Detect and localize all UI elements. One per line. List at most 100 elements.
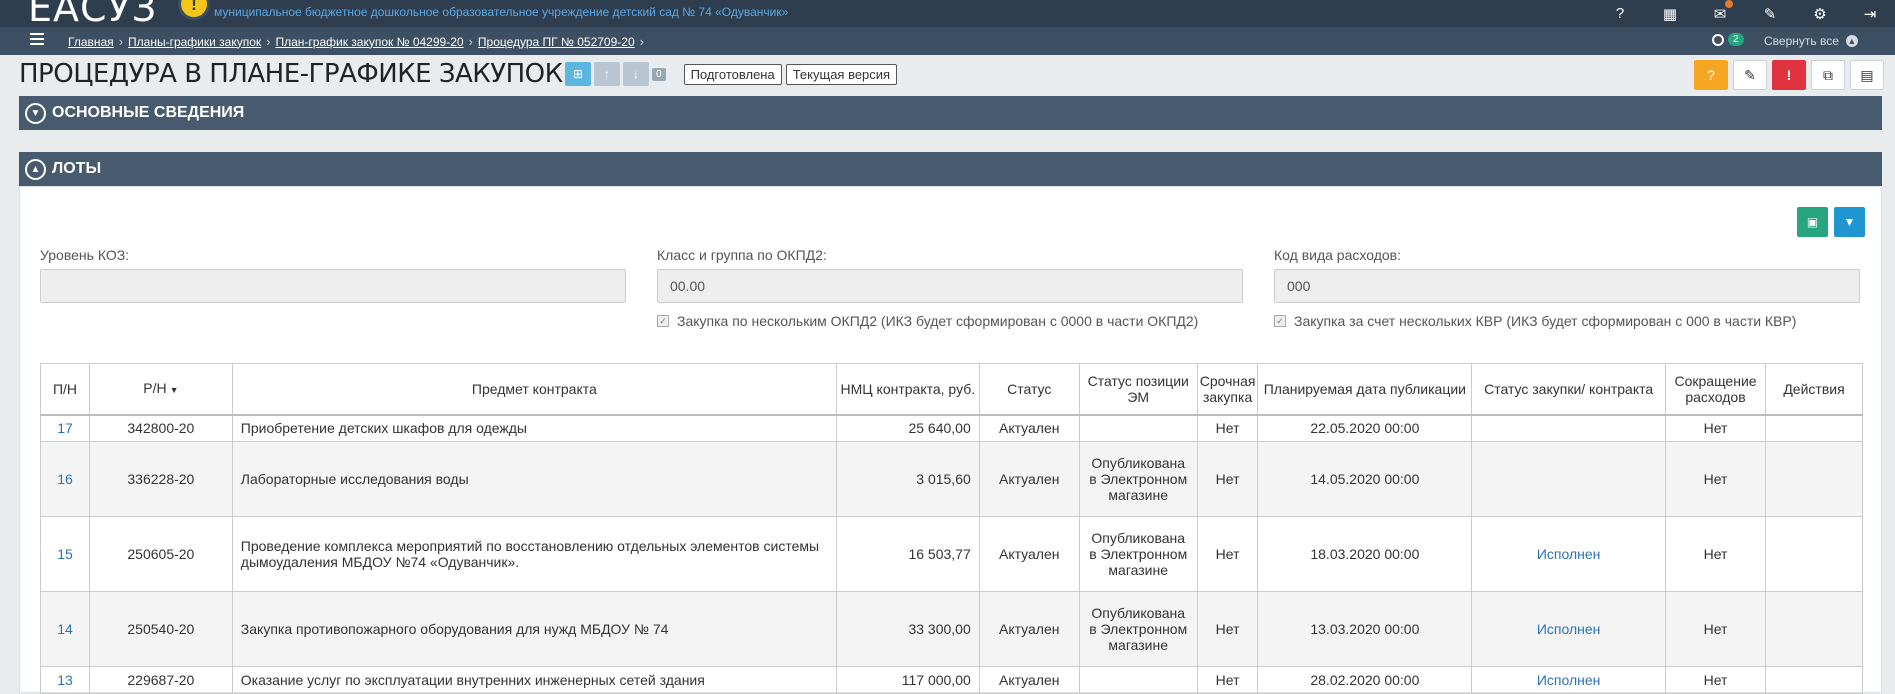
action-toolbar: ? ✎ ! ⧉ ▤ [1689, 60, 1884, 90]
col-pn[interactable]: П/Н [40, 363, 90, 415]
row-rn: 250605-20 [88, 516, 233, 592]
koz-label: Уровень КОЗ: [40, 247, 130, 263]
table-row[interactable]: 13 229687-20 Оказание услуг по эксплуата… [40, 666, 1863, 694]
col-rn-label: Р/Н [143, 379, 167, 396]
help-button[interactable]: ? [1694, 60, 1728, 90]
row-reduction: Нет [1665, 516, 1766, 592]
row-purchase-status[interactable] [1471, 414, 1667, 442]
row-status: Актуален [978, 516, 1080, 592]
row-reduction: Нет [1665, 441, 1766, 517]
previous-button[interactable]: ↑ [594, 62, 620, 86]
tree-view-button[interactable]: ⊞ [565, 62, 591, 86]
breadcrumb-plans[interactable]: Планы-графики закупок [128, 35, 261, 49]
row-pn[interactable]: 14 [40, 591, 90, 667]
filter-button[interactable]: ▼ [1834, 207, 1865, 237]
koz-input[interactable] [40, 269, 626, 303]
breadcrumb-home[interactable]: Главная [68, 35, 114, 49]
row-purchase-status[interactable]: Исполнен [1471, 591, 1667, 667]
chevron-right-icon: › [468, 34, 473, 49]
history-button[interactable]: 2 [1712, 33, 1744, 46]
exit-icon[interactable]: ⇥ [1845, 0, 1895, 27]
export-excel-button[interactable]: ▣ [1797, 207, 1828, 237]
clock-icon [1712, 33, 1724, 46]
logo[interactable]: ЕАСУЗ [28, 0, 157, 27]
col-nmc[interactable]: НМЦ контракта, руб. [835, 363, 980, 415]
menu-icon[interactable] [30, 33, 44, 47]
kvr-field: Код вида расходов: 000 [1274, 247, 1860, 303]
breadcrumb-plan[interactable]: План-график закупок № 04299-20 [276, 35, 464, 49]
col-reduction[interactable]: Сокращение расходов [1665, 363, 1766, 415]
col-urgent[interactable]: Срочная закупка [1196, 363, 1259, 415]
next-button[interactable]: ↓ [623, 62, 649, 86]
okpd-checkbox-row[interactable]: ✓ Закупка по нескольким ОКПД2 (ИКЗ будет… [657, 313, 1198, 329]
row-subject: Оказание услуг по эксплуатации внутренни… [231, 666, 837, 694]
okpd-label: Класс и группа по ОКПД2: [657, 247, 827, 263]
mail-icon[interactable]: ✉ [1695, 0, 1745, 27]
collapse-all-button[interactable]: Свернуть все ▲ [1764, 34, 1858, 48]
row-nmc: 117 000,00 [835, 666, 980, 694]
row-purchase-status[interactable] [1471, 441, 1667, 517]
row-purchase-status[interactable]: Исполнен [1471, 516, 1667, 592]
row-pub-date: 14.05.2020 00:00 [1257, 441, 1473, 517]
col-em-status[interactable]: Статус позиции ЭМ [1078, 363, 1198, 415]
col-purchase-status[interactable]: Статус закупки/ контракта [1471, 363, 1667, 415]
row-em-status [1078, 414, 1198, 442]
chevron-right-icon: › [266, 34, 271, 49]
copy-button[interactable]: ⧉ [1811, 60, 1845, 90]
grid-icon[interactable]: ▦ [1645, 0, 1695, 27]
row-actions [1765, 414, 1863, 442]
row-reduction: Нет [1665, 666, 1766, 694]
row-rn: 250540-20 [88, 591, 233, 667]
row-subject: Лабораторные исследования воды [231, 441, 837, 517]
row-actions [1765, 666, 1863, 694]
okpd-input[interactable]: 00.00 [657, 269, 1243, 303]
row-pn[interactable]: 15 [40, 516, 90, 592]
warning-icon[interactable]: ! [178, 0, 210, 20]
chevron-down-icon: ▼ [25, 102, 46, 124]
col-subject[interactable]: Предмет контракта [231, 363, 837, 415]
okpd-field: Класс и группа по ОКПД2: 00.00 [657, 247, 1243, 303]
table-row[interactable]: 14 250540-20 Закупка противопожарного об… [40, 591, 1863, 667]
paste-button[interactable]: ▤ [1850, 60, 1884, 90]
row-nmc: 33 300,00 [835, 591, 980, 667]
row-pn[interactable]: 16 [40, 441, 90, 517]
breadcrumb-bar: Главная › Планы-графики закупок › План-г… [0, 27, 1895, 55]
lots-table: П/Н Р/Н ▼ Предмет контракта НМЦ контракта… [40, 363, 1863, 694]
row-urgent: Нет [1196, 666, 1259, 694]
help-icon[interactable]: ? [1595, 0, 1645, 27]
chevron-right-icon: › [118, 34, 124, 49]
row-status: Актуален [978, 666, 1080, 694]
kvr-checkbox-row[interactable]: ✓ Закупка за счет нескольких КВР (ИКЗ бу… [1274, 313, 1796, 329]
kvr-input[interactable]: 000 [1274, 269, 1860, 303]
row-purchase-status[interactable]: Исполнен [1471, 666, 1667, 694]
row-rn: 229687-20 [88, 666, 233, 694]
row-subject: Приобретение детских шкафов для одежды [231, 414, 837, 442]
table-row[interactable]: 15 250605-20 Проведение комплекса меропр… [40, 516, 1863, 592]
koz-field: Уровень КОЗ: [40, 247, 626, 303]
col-actions: Действия [1765, 363, 1863, 415]
alert-button[interactable]: ! [1772, 60, 1806, 90]
breadcrumb-procedure[interactable]: Процедура ПГ № 052709-20 [478, 35, 635, 49]
section-lots[interactable]: ▲ ЛОТЫ [19, 152, 1882, 186]
table-row[interactable]: 16 336228-20 Лабораторные исследования в… [40, 441, 1863, 517]
col-pub-date[interactable]: Планируемая дата публикации [1257, 363, 1473, 415]
row-pub-date: 28.02.2020 00:00 [1257, 666, 1473, 694]
kvr-checkbox[interactable]: ✓ [1274, 315, 1286, 327]
col-rn[interactable]: Р/Н ▼ [88, 363, 233, 415]
row-pn[interactable]: 17 [40, 414, 90, 442]
wrench-icon[interactable]: ✎ [1745, 0, 1795, 27]
row-pub-date: 22.05.2020 00:00 [1257, 414, 1473, 442]
section-main-info[interactable]: ▼ ОСНОВНЫЕ СВЕДЕНИЯ [19, 96, 1882, 130]
table-row[interactable]: 17 342800-20 Приобретение детских шкафов… [40, 414, 1863, 442]
col-status[interactable]: Статус [978, 363, 1080, 415]
table-header-row: П/Н Р/Н ▼ Предмет контракта НМЦ контракта… [40, 363, 1863, 415]
history-count: 2 [1728, 33, 1744, 46]
edit-button[interactable]: ✎ [1733, 60, 1767, 90]
gear-icon[interactable]: ⚙ [1795, 0, 1845, 27]
row-pn[interactable]: 13 [40, 666, 90, 694]
okpd-checkbox[interactable]: ✓ [657, 315, 669, 327]
row-reduction: Нет [1665, 591, 1766, 667]
row-nmc: 16 503,77 [835, 516, 980, 592]
kvr-label: Код вида расходов: [1274, 247, 1401, 263]
row-subject: Закупка противопожарного оборудования дл… [231, 591, 837, 667]
